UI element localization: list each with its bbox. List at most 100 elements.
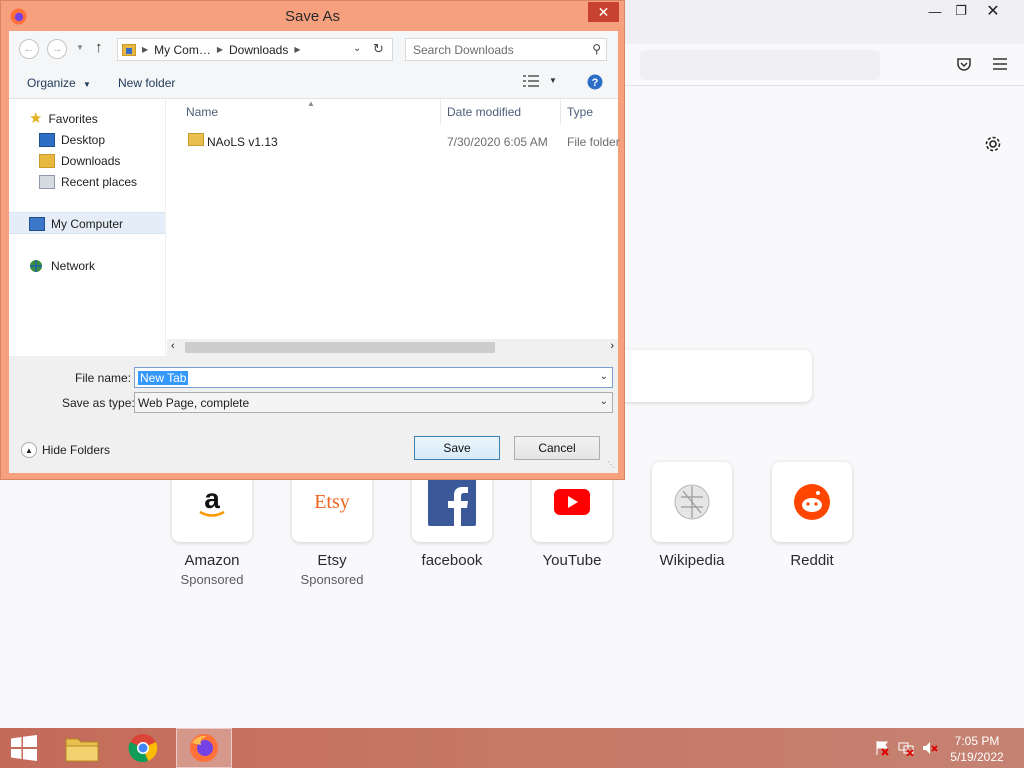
save-as-dialog: Save As ✕ ← → ▼ ↑ ▶ My Com… ▶ Downloads … bbox=[0, 0, 625, 480]
shortcut-wikipedia[interactable]: Wikipedia bbox=[652, 462, 732, 587]
shortcut-youtube[interactable]: YouTube bbox=[532, 462, 612, 587]
action-center-flag-icon[interactable] bbox=[874, 740, 890, 756]
search-icon[interactable]: ⚲ bbox=[592, 42, 601, 56]
column-divider[interactable] bbox=[560, 99, 561, 125]
nav-recent-places[interactable]: Recent places bbox=[39, 172, 137, 192]
cancel-button[interactable]: Cancel bbox=[514, 436, 600, 460]
sponsored-label: Sponsored bbox=[180, 572, 244, 587]
file-name-field[interactable]: New Tab ⌄ bbox=[134, 367, 613, 388]
firefox-icon bbox=[190, 734, 218, 762]
address-bar[interactable]: ▶ My Com… ▶ Downloads ▶ ⌄ ↻ bbox=[117, 38, 393, 61]
breadcrumb-my-computer[interactable]: My Com… bbox=[154, 43, 211, 57]
menu-icon[interactable] bbox=[989, 53, 1011, 75]
shortcut-facebook[interactable]: facebook bbox=[412, 462, 492, 587]
organize-button[interactable]: Organize ▼ bbox=[27, 76, 91, 90]
dialog-title: Save As bbox=[284, 7, 341, 25]
hide-folders-toggle[interactable]: ▲ Hide Folders bbox=[21, 442, 110, 458]
forward-button[interactable]: → bbox=[47, 39, 67, 59]
close-window-button[interactable]: ✕ bbox=[978, 0, 1008, 22]
scroll-left-icon[interactable]: ‹ bbox=[171, 340, 175, 352]
system-clock[interactable]: 7:05 PM 5/19/2022 bbox=[940, 733, 1014, 765]
star-icon: ★ bbox=[29, 110, 43, 127]
shortcut-amazon[interactable]: a Amazon Sponsored bbox=[172, 462, 252, 587]
svg-text:?: ? bbox=[592, 77, 599, 89]
nav-recent-places-label: Recent places bbox=[61, 175, 138, 189]
chrome-taskbar-button[interactable] bbox=[115, 728, 171, 768]
command-bar: Organize ▼ New folder ▼ ? bbox=[9, 67, 618, 99]
shortcut-title: YouTube bbox=[542, 552, 602, 569]
shortcut-title: Wikipedia bbox=[659, 552, 725, 569]
save-button[interactable]: Save bbox=[414, 436, 500, 460]
resize-grip-icon[interactable]: ⋱ bbox=[607, 460, 615, 469]
column-header-type[interactable]: Type bbox=[567, 105, 593, 119]
save-options-area: File name: New Tab ⌄ Save as type: Web P… bbox=[9, 356, 618, 473]
downloads-folder-icon bbox=[122, 43, 136, 56]
new-folder-button[interactable]: New folder bbox=[118, 76, 175, 90]
file-list: ▲ Name Date modified Type NAoLS v1.13 7/… bbox=[167, 99, 620, 355]
scroll-right-icon[interactable]: › bbox=[610, 340, 614, 352]
file-explorer-icon bbox=[65, 738, 99, 762]
taskbar bbox=[0, 728, 1024, 768]
column-header-date-modified[interactable]: Date modified bbox=[447, 105, 521, 119]
save-as-type-label: Save as type: bbox=[62, 396, 135, 410]
horizontal-scrollbar[interactable]: ‹ › bbox=[167, 339, 618, 356]
dialog-close-button[interactable]: ✕ bbox=[588, 2, 619, 22]
desktop-icon bbox=[39, 133, 55, 147]
restore-button[interactable]: ❐ bbox=[946, 0, 976, 22]
windows-logo-icon bbox=[11, 735, 37, 761]
breadcrumb-downloads[interactable]: Downloads bbox=[229, 43, 288, 57]
settings-gear-icon[interactable] bbox=[982, 133, 1004, 155]
volume-muted-icon[interactable] bbox=[922, 740, 938, 756]
chevron-down-icon[interactable]: ⌄ bbox=[600, 371, 608, 382]
save-as-type-value: Web Page, complete bbox=[138, 395, 250, 410]
nav-downloads-label: Downloads bbox=[61, 154, 121, 168]
file-name-label: File name: bbox=[75, 371, 132, 385]
scrollbar-thumb[interactable] bbox=[185, 342, 495, 353]
network-status-icon[interactable] bbox=[898, 740, 914, 757]
type-cell: File folder bbox=[567, 135, 620, 149]
nav-network-label: Network bbox=[51, 259, 96, 273]
view-dropdown-icon[interactable]: ▼ bbox=[549, 76, 557, 85]
nav-downloads[interactable]: Downloads bbox=[39, 151, 120, 171]
organize-label: Organize bbox=[27, 76, 76, 90]
firefox-taskbar-button[interactable] bbox=[176, 728, 232, 768]
shortcut-title: facebook bbox=[421, 552, 483, 569]
url-bar[interactable] bbox=[640, 50, 880, 80]
shortcut-reddit[interactable]: Reddit bbox=[772, 462, 852, 587]
column-header-name[interactable]: Name bbox=[186, 105, 218, 119]
dialog-body: ← → ▼ ↑ ▶ My Com… ▶ Downloads ▶ ⌄ ↻ Sear… bbox=[9, 31, 620, 473]
file-explorer-taskbar-button[interactable] bbox=[54, 728, 110, 768]
computer-icon bbox=[29, 217, 45, 231]
save-as-type-select[interactable]: Web Page, complete ⌄ bbox=[134, 392, 613, 413]
nav-network[interactable]: Network bbox=[29, 256, 95, 276]
column-divider[interactable] bbox=[440, 99, 441, 125]
chevron-down-icon[interactable]: ⌄ bbox=[600, 396, 608, 407]
shortcut-title: Reddit bbox=[790, 552, 834, 569]
up-arrow-icon[interactable]: ↑ bbox=[95, 39, 103, 56]
shortcut-title: Etsy bbox=[317, 552, 347, 569]
address-dropdown-icon[interactable]: ⌄ bbox=[353, 43, 361, 54]
hide-folders-label: Hide Folders bbox=[42, 443, 111, 457]
sort-ascending-icon: ▲ bbox=[307, 99, 315, 108]
reddit-logo-icon bbox=[772, 462, 852, 542]
search-input[interactable]: Search Downloads ⚲ bbox=[405, 38, 607, 61]
table-row[interactable]: NAoLS v1.13 7/30/2020 6:05 AM File folde… bbox=[167, 129, 620, 153]
nav-desktop[interactable]: Desktop bbox=[39, 130, 105, 150]
back-button[interactable]: ← bbox=[19, 39, 39, 59]
sponsored-label: Sponsored bbox=[300, 572, 364, 587]
nav-my-computer[interactable]: My Computer bbox=[29, 214, 123, 234]
help-icon[interactable]: ? bbox=[587, 74, 603, 93]
shortcut-etsy[interactable]: Etsy Etsy Sponsored bbox=[292, 462, 372, 587]
file-name-value: New Tab bbox=[138, 370, 189, 385]
recent-locations-chevron-icon[interactable]: ▼ bbox=[76, 43, 84, 52]
amazon-logo-letter: a bbox=[204, 483, 220, 514]
refresh-icon[interactable]: ↻ bbox=[373, 41, 384, 57]
start-button[interactable] bbox=[0, 728, 48, 768]
view-options-icon[interactable] bbox=[523, 75, 539, 90]
breadcrumb-separator-icon: ▶ bbox=[216, 45, 223, 54]
nav-favorites[interactable]: ★ Favorites bbox=[29, 109, 98, 129]
clock-time: 7:05 PM bbox=[954, 734, 1000, 748]
pocket-icon[interactable] bbox=[953, 53, 975, 75]
chevron-down-icon: ▼ bbox=[83, 80, 91, 89]
folder-icon bbox=[188, 133, 204, 146]
